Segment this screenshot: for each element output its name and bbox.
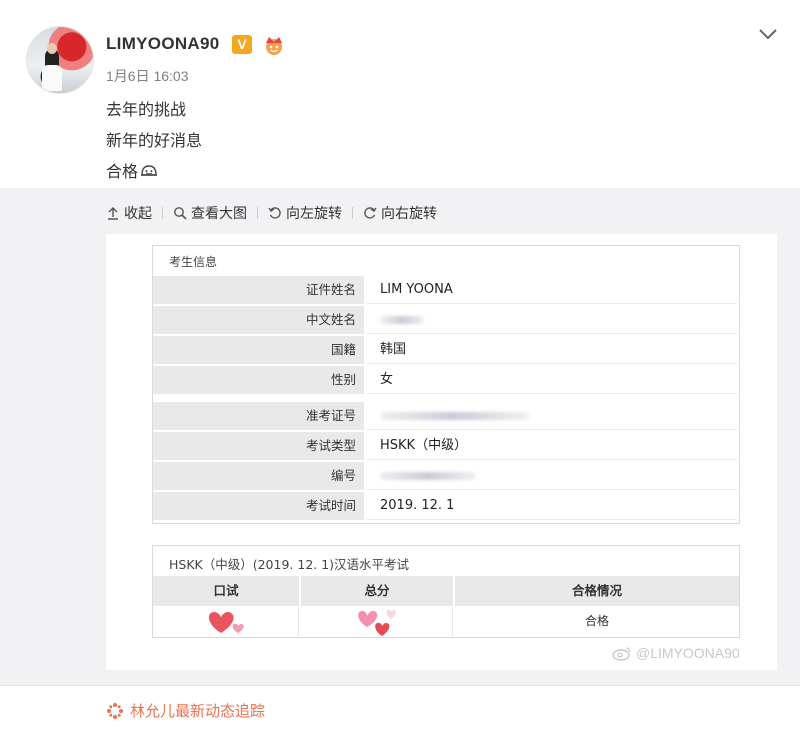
collapse-up-icon <box>108 207 118 220</box>
username[interactable]: LIMYOONA90 <box>106 34 220 54</box>
info-label: 性别 <box>153 366 364 394</box>
heart-sticker-icon <box>208 611 244 633</box>
verified-badge-icon[interactable]: V <box>232 35 252 54</box>
smile-emoji-icon <box>141 165 158 176</box>
toolbar-divider <box>352 207 353 219</box>
score-header-result: 合格情况 <box>455 576 739 606</box>
info-value-redacted <box>366 402 737 430</box>
certificate-image[interactable]: 考生信息 证件姓名 LIM YOONA 中文姓名 国籍 韩国 性别 女 准考证号… <box>106 234 777 670</box>
member-crown-icon[interactable] <box>262 34 286 56</box>
rotate-right-icon <box>364 207 377 219</box>
redaction-blur <box>380 315 424 324</box>
score-header-oral: 口试 <box>153 576 299 606</box>
sparkle-flower-icon <box>107 702 123 719</box>
rotate-left-icon <box>268 207 281 219</box>
weibo-watermark: @LIMYOONA90 <box>612 645 740 661</box>
watermark-text: @LIMYOONA90 <box>636 645 740 661</box>
post-text-line-2: 新年的好消息 <box>106 131 203 150</box>
info-label: 国籍 <box>153 336 364 364</box>
score-cell-oral <box>153 607 299 636</box>
score-header-total: 总分 <box>301 576 453 606</box>
post-text-line-3-label: 合格 <box>106 162 139 181</box>
info-value: 韩国 <box>366 336 737 364</box>
info-value: 2019. 12. 1 <box>366 492 737 520</box>
chevron-down-icon[interactable] <box>757 26 779 42</box>
toolbar-divider <box>162 207 163 219</box>
info-label: 准考证号 <box>153 402 364 430</box>
magnifier-icon <box>174 207 187 220</box>
heart-sticker-icon <box>357 609 396 636</box>
rotate-right-label: 向右旋转 <box>381 206 437 222</box>
info-value: HSKK（中级） <box>366 432 737 460</box>
redaction-blur <box>380 411 530 420</box>
rotate-left-button[interactable]: 向左旋转 <box>268 203 342 223</box>
score-cell-result: 合格 <box>455 607 739 636</box>
info-label: 编号 <box>153 462 364 490</box>
info-label: 考试类型 <box>153 432 364 460</box>
toolbar-divider <box>257 207 258 219</box>
image-toolbar: 收起 查看大图 向左旋转 向右旋转 <box>106 202 437 224</box>
view-large-button[interactable]: 查看大图 <box>173 203 247 223</box>
collapse-label: 收起 <box>124 206 152 222</box>
info-value: 女 <box>366 366 737 394</box>
rotate-left-label: 向左旋转 <box>286 206 342 222</box>
post-timestamp[interactable]: 1月6日 16:03 <box>106 66 189 86</box>
weibo-logo-icon <box>612 647 631 661</box>
topic-link-label: 林允儿最新动态追踪 <box>130 702 266 720</box>
score-title: HSKK（中级）(2019. 12. 1)汉语水平考试 <box>169 557 410 572</box>
post-text-line-3: 合格 <box>106 158 158 182</box>
score-card: HSKK（中级）(2019. 12. 1)汉语水平考试 口试 总分 合格情况 合… <box>152 545 740 638</box>
info-value-redacted <box>366 462 737 490</box>
info-label: 考试时间 <box>153 492 364 520</box>
post-text-line-1: 去年的挑战 <box>106 100 187 119</box>
collapse-button[interactable]: 收起 <box>106 203 152 223</box>
score-cell-total <box>301 607 453 636</box>
avatar[interactable] <box>26 26 94 94</box>
info-label: 中文姓名 <box>153 306 364 334</box>
topic-tracker-link[interactable]: 林允儿最新动态追踪 <box>106 700 265 721</box>
info-label: 证件姓名 <box>153 276 364 304</box>
candidate-info-title: 考生信息 <box>169 255 218 269</box>
rotate-right-button[interactable]: 向右旋转 <box>363 203 437 223</box>
view-large-label: 查看大图 <box>191 206 247 222</box>
info-value-redacted <box>366 306 737 334</box>
candidate-info-card: 考生信息 证件姓名 LIM YOONA 中文姓名 国籍 韩国 性别 女 准考证号… <box>152 245 740 524</box>
info-value: LIM YOONA <box>366 276 737 304</box>
redaction-blur <box>380 471 476 480</box>
